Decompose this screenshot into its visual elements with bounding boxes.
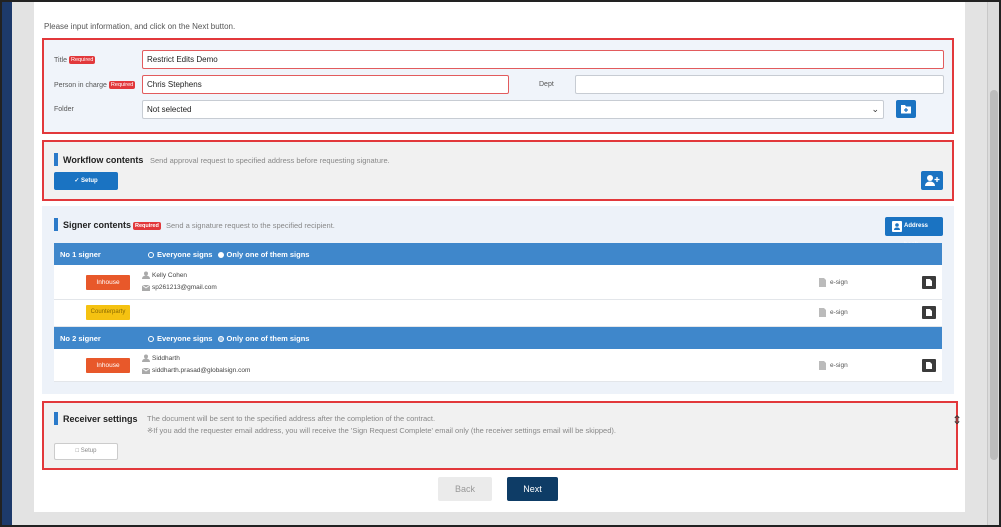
- title-label-text: Title: [54, 56, 67, 64]
- required-badge: Required: [108, 81, 136, 89]
- title-input[interactable]: Restrict Edits Demo: [142, 50, 944, 69]
- basic-info-section: Title Required Restrict Edits Demo Person…: [42, 38, 954, 134]
- receiver-title: Receiver settings: [63, 414, 138, 424]
- radio-everyone-signs[interactable]: [148, 252, 154, 259]
- vertical-scrollbar[interactable]: [987, 0, 1001, 527]
- receiver-setup-button[interactable]: □ Setup: [54, 443, 118, 460]
- section-bar: [54, 412, 58, 425]
- receiver-section: Receiver settings The document will be s…: [42, 401, 958, 470]
- check-icon: ✓: [74, 178, 82, 184]
- mail-icon: [142, 285, 150, 291]
- back-button[interactable]: Back: [438, 477, 492, 501]
- inhouse-badge[interactable]: Inhouse: [86, 358, 130, 373]
- next-button[interactable]: Next: [507, 477, 558, 501]
- required-badge: Required: [68, 56, 96, 64]
- folder-label: Folder: [54, 106, 74, 113]
- signer-group-header: No 2 signer Everyone signs Only one of t…: [54, 327, 942, 349]
- signer-group-label: No 2 signer: [60, 334, 101, 343]
- workflow-title: Workflow contents: [63, 155, 144, 165]
- folder-add-button[interactable]: [896, 100, 916, 118]
- dept-input[interactable]: [575, 75, 944, 94]
- document-icon: [819, 278, 826, 287]
- mail-icon: [142, 368, 150, 374]
- option-everyone-label: Everyone signs: [157, 250, 213, 259]
- mouse-cursor-icon: ⇕: [952, 413, 963, 427]
- signer-doc-button[interactable]: [922, 276, 936, 289]
- inhouse-badge[interactable]: Inhouse: [86, 275, 130, 290]
- signer-title-text: Signer contents: [63, 220, 132, 230]
- dept-label: Dept: [539, 81, 554, 88]
- person-icon: [142, 354, 150, 362]
- receiver-description: The document will be sent to the specifi…: [147, 414, 436, 423]
- option-only-one-label: Only one of them signs: [226, 250, 310, 259]
- workflow-section: Workflow contents Send approval request …: [42, 140, 954, 201]
- signer-email: sp261213@gmail.com: [152, 284, 217, 291]
- required-badge: Required: [133, 221, 161, 230]
- folder-add-icon: [901, 105, 911, 114]
- signer-doc-button[interactable]: [922, 306, 936, 319]
- signer-row: Inhouse Kelly Cohen sp261213@gmail.com e…: [54, 265, 942, 300]
- signer-group-header: No 1 signer Everyone signs Only one of t…: [54, 243, 942, 265]
- person-label-text: Person in charge: [54, 81, 107, 89]
- folder-select-value: Not selected: [147, 105, 192, 114]
- signer-row: Inhouse Siddharth siddharth.prasad@globa…: [54, 349, 942, 382]
- option-only-one-label: Only one of them signs: [226, 334, 310, 343]
- add-user-icon: [925, 175, 940, 186]
- signer-doc-button[interactable]: [922, 359, 936, 372]
- chevron-down-icon: ⌄: [871, 104, 879, 114]
- sign-method: e-sign: [830, 362, 848, 369]
- radio-only-one-signs[interactable]: [217, 336, 224, 343]
- sign-method: e-sign: [830, 279, 848, 286]
- sign-method: e-sign: [830, 309, 848, 316]
- scrollbar-thumb[interactable]: [990, 90, 998, 460]
- file-icon: [926, 309, 932, 316]
- person-label: Person in charge Required: [54, 81, 136, 89]
- title-label: Title Required: [54, 56, 96, 64]
- file-icon: [926, 279, 932, 286]
- address-book-icon: [892, 221, 902, 232]
- workflow-setup-button[interactable]: ✓ Setup: [54, 172, 118, 190]
- document-icon: [819, 308, 826, 317]
- person-in-charge-input[interactable]: Chris Stephens: [142, 75, 509, 94]
- signer-name: Siddharth: [152, 355, 180, 362]
- sign-mode-radio-group[interactable]: Everyone signs Only one of them signs: [148, 250, 309, 259]
- section-bar: [54, 153, 58, 166]
- address-book-button[interactable]: Address book: [885, 217, 943, 248]
- signer-section: Signer contents Required Send a signature…: [42, 206, 954, 394]
- signer-title: Signer contents Required: [63, 220, 161, 230]
- instruction-text: Please input information, and click on t…: [44, 22, 236, 31]
- section-bar: [54, 218, 58, 231]
- workflow-setup-label: Setup: [81, 178, 98, 184]
- document-icon: [819, 361, 826, 370]
- counterparty-badge[interactable]: Counterparty: [86, 305, 130, 320]
- option-everyone-label: Everyone signs: [157, 334, 213, 343]
- receiver-note: ※If you add the requester email address,…: [147, 426, 616, 435]
- signer-name: Kelly Cohen: [152, 272, 188, 279]
- person-icon: [142, 271, 150, 279]
- receiver-setup-label: Setup: [80, 448, 97, 454]
- signer-group-label: No 1 signer: [60, 250, 101, 259]
- workflow-description: Send approval request to specified addre…: [150, 156, 390, 165]
- add-approver-button[interactable]: [921, 171, 943, 190]
- signer-email: siddharth.prasad@globalsign.com: [152, 367, 251, 374]
- folder-select[interactable]: Not selected ⌄: [142, 100, 884, 119]
- sign-mode-radio-group[interactable]: Everyone signs Only one of them signs: [148, 334, 309, 343]
- radio-everyone-signs[interactable]: [148, 336, 154, 343]
- signer-row: Counterparty e-sign: [54, 300, 942, 327]
- radio-only-one-signs[interactable]: [217, 252, 224, 259]
- file-icon: [926, 362, 932, 369]
- signer-description: Send a signature request to the specifie…: [166, 221, 335, 230]
- left-window-strip: [0, 0, 12, 527]
